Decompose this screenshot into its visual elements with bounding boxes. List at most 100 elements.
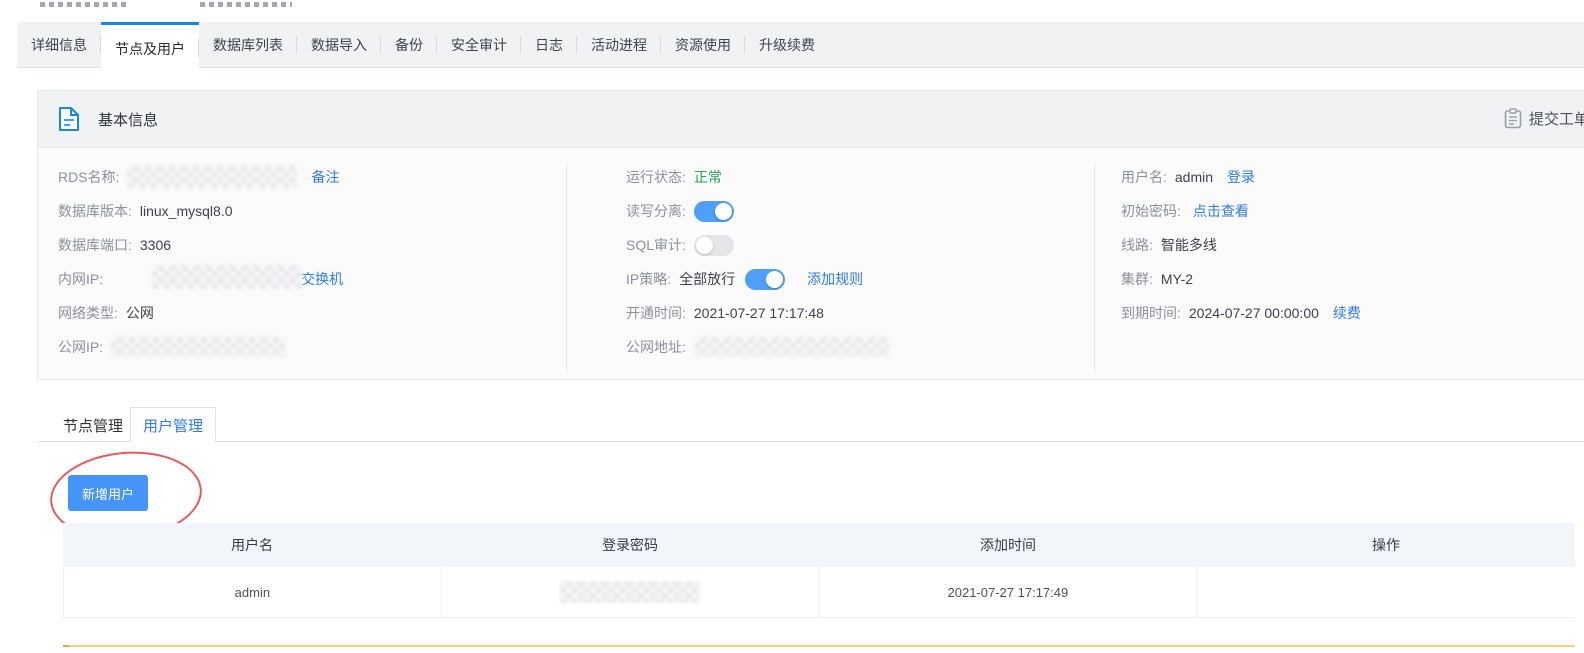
redacted-password (560, 581, 700, 603)
field-label: RDS名称: (58, 167, 119, 187)
toggle-ip-policy[interactable] (745, 269, 785, 290)
column-divider (1094, 163, 1095, 373)
basic-info-title: 基本信息 (56, 106, 158, 132)
field-label: 集群: (1121, 269, 1153, 289)
users-table: 用户名 登录密码 添加时间 操作 admin 2021-07-27 17:17:… (63, 523, 1575, 618)
db-port-value: 3306 (140, 237, 171, 253)
ip-policy-value: 全部放行 (679, 269, 735, 289)
add-user-button[interactable]: 新增用户 (68, 475, 148, 511)
document-icon (56, 106, 82, 132)
field-label: 到期时间: (1121, 303, 1181, 323)
tab-nodes-and-users[interactable]: 节点及用户 (101, 22, 199, 72)
breadcrumb-clipped-text (40, 2, 126, 7)
cluster-value: MY-2 (1161, 271, 1193, 287)
field-expire-time: 到期时间: 2024-07-27 00:00:00 续费 (1121, 301, 1361, 325)
field-db-port: 数据库端口: 3306 (58, 233, 171, 257)
remark-link[interactable]: 备注 (311, 167, 339, 187)
basic-info-header: 基本信息 提交工单 (38, 91, 1584, 148)
cell-username: admin (64, 567, 442, 617)
field-public-ip: 公网IP: (58, 335, 286, 359)
field-cluster: 集群: MY-2 (1121, 267, 1193, 291)
field-db-version: 数据库版本: linux_mysql8.0 (58, 199, 233, 223)
cell-login-password (442, 567, 820, 617)
field-username: 用户名: admin 登录 (1121, 165, 1255, 189)
field-label: SQL审计: (626, 235, 686, 255)
field-line: 线路: 智能多线 (1121, 233, 1217, 257)
tab-detail-info[interactable]: 详细信息 (17, 22, 101, 67)
tab-resource-usage[interactable]: 资源使用 (661, 22, 745, 67)
field-label: 线路: (1121, 235, 1153, 255)
subtab-divider-line (37, 441, 1584, 442)
network-type-value: 公网 (126, 303, 154, 323)
field-rds-name: RDS名称: 备注 (58, 165, 339, 189)
toggle-read-write-split[interactable] (694, 201, 734, 222)
top-tab-bar: 详细信息 节点及用户 数据库列表 数据导入 备份 安全审计 日志 活动进程 资源… (17, 22, 1584, 68)
subtab-user-management[interactable]: 用户管理 (130, 407, 216, 442)
toggle-knob (696, 237, 713, 254)
run-status-value: 正常 (694, 167, 722, 187)
tab-active-processes[interactable]: 活动进程 (577, 22, 661, 67)
username-value: admin (1175, 169, 1213, 185)
col-header-added-time: 添加时间 (819, 523, 1197, 567)
field-label: 用户名: (1121, 167, 1167, 187)
tab-security-audit[interactable]: 安全审计 (437, 22, 521, 67)
toggle-sql-audit[interactable] (694, 235, 734, 256)
field-label: 公网地址: (626, 337, 686, 357)
table-row: admin 2021-07-27 17:17:49 (63, 567, 1575, 618)
field-sql-audit: SQL审计: (626, 233, 734, 257)
rds-console-page: 详细信息 节点及用户 数据库列表 数据导入 备份 安全审计 日志 活动进程 资源… (0, 0, 1584, 653)
line-value: 智能多线 (1161, 235, 1217, 255)
field-rw-split: 读写分离: (626, 199, 734, 223)
field-label: 内网IP: (58, 269, 103, 289)
field-label: 数据库版本: (58, 201, 132, 221)
toggle-knob (766, 271, 783, 288)
submit-ticket-label: 提交工单 (1529, 108, 1584, 129)
db-version-value: linux_mysql8.0 (140, 203, 233, 219)
column-divider (566, 163, 567, 373)
submit-ticket-button[interactable]: 提交工单 (1504, 108, 1584, 129)
field-label: IP策略: (626, 269, 671, 289)
field-label: 初始密码: (1121, 201, 1181, 221)
add-rule-link[interactable]: 添加规则 (807, 269, 863, 289)
clipboard-icon (1504, 108, 1522, 129)
col-header-username: 用户名 (63, 523, 441, 567)
field-label: 读写分离: (626, 201, 686, 221)
field-ip-policy: IP策略: 全部放行 添加规则 (626, 267, 863, 291)
users-table-header: 用户名 登录密码 添加时间 操作 (63, 523, 1575, 567)
login-link[interactable]: 登录 (1227, 167, 1255, 187)
expire-time-value: 2024-07-27 00:00:00 (1189, 305, 1319, 321)
tab-data-import[interactable]: 数据导入 (297, 22, 381, 67)
renew-link[interactable]: 续费 (1333, 303, 1361, 323)
basic-info-panel: 基本信息 提交工单 RDS名称: 备注 (37, 90, 1584, 380)
field-label: 公网IP: (58, 337, 103, 357)
col-header-login-password: 登录密码 (441, 523, 819, 567)
col-header-actions: 操作 (1197, 523, 1575, 567)
tab-database-list[interactable]: 数据库列表 (199, 22, 297, 67)
field-label: 开通时间: (626, 303, 686, 323)
field-run-status: 运行状态: 正常 (626, 165, 722, 189)
subtab-node-management[interactable]: 节点管理 (63, 415, 123, 436)
field-public-address: 公网地址: (626, 335, 889, 359)
tab-upgrade-renew[interactable]: 升级续费 (745, 22, 829, 67)
field-intranet-ip: 内网IP: 添加虚拟交换机 (58, 267, 343, 291)
basic-info-title-label: 基本信息 (98, 109, 158, 130)
field-init-password: 初始密码: 点击查看 (1121, 199, 1249, 223)
view-password-link[interactable]: 点击查看 (1193, 201, 1249, 221)
breadcrumb-clipped-text (200, 2, 292, 7)
redacted-intranet-ip (152, 265, 302, 289)
tab-logs[interactable]: 日志 (521, 22, 577, 67)
open-time-value: 2021-07-27 17:17:48 (694, 305, 824, 321)
field-network-type: 网络类型: 公网 (58, 301, 154, 325)
redacted-rds-name (127, 165, 297, 189)
field-label: 运行状态: (626, 167, 686, 187)
field-label: 数据库端口: (58, 235, 132, 255)
toggle-knob (715, 203, 732, 220)
cell-actions (1197, 567, 1575, 617)
cell-added-time: 2021-07-27 17:17:49 (820, 567, 1198, 617)
field-label: 网络类型: (58, 303, 118, 323)
redacted-public-address (694, 337, 889, 357)
tab-backup[interactable]: 备份 (381, 22, 437, 67)
warning-box-clipped-edge (63, 645, 1575, 647)
redacted-public-ip (111, 337, 286, 357)
field-open-time: 开通时间: 2021-07-27 17:17:48 (626, 301, 824, 325)
